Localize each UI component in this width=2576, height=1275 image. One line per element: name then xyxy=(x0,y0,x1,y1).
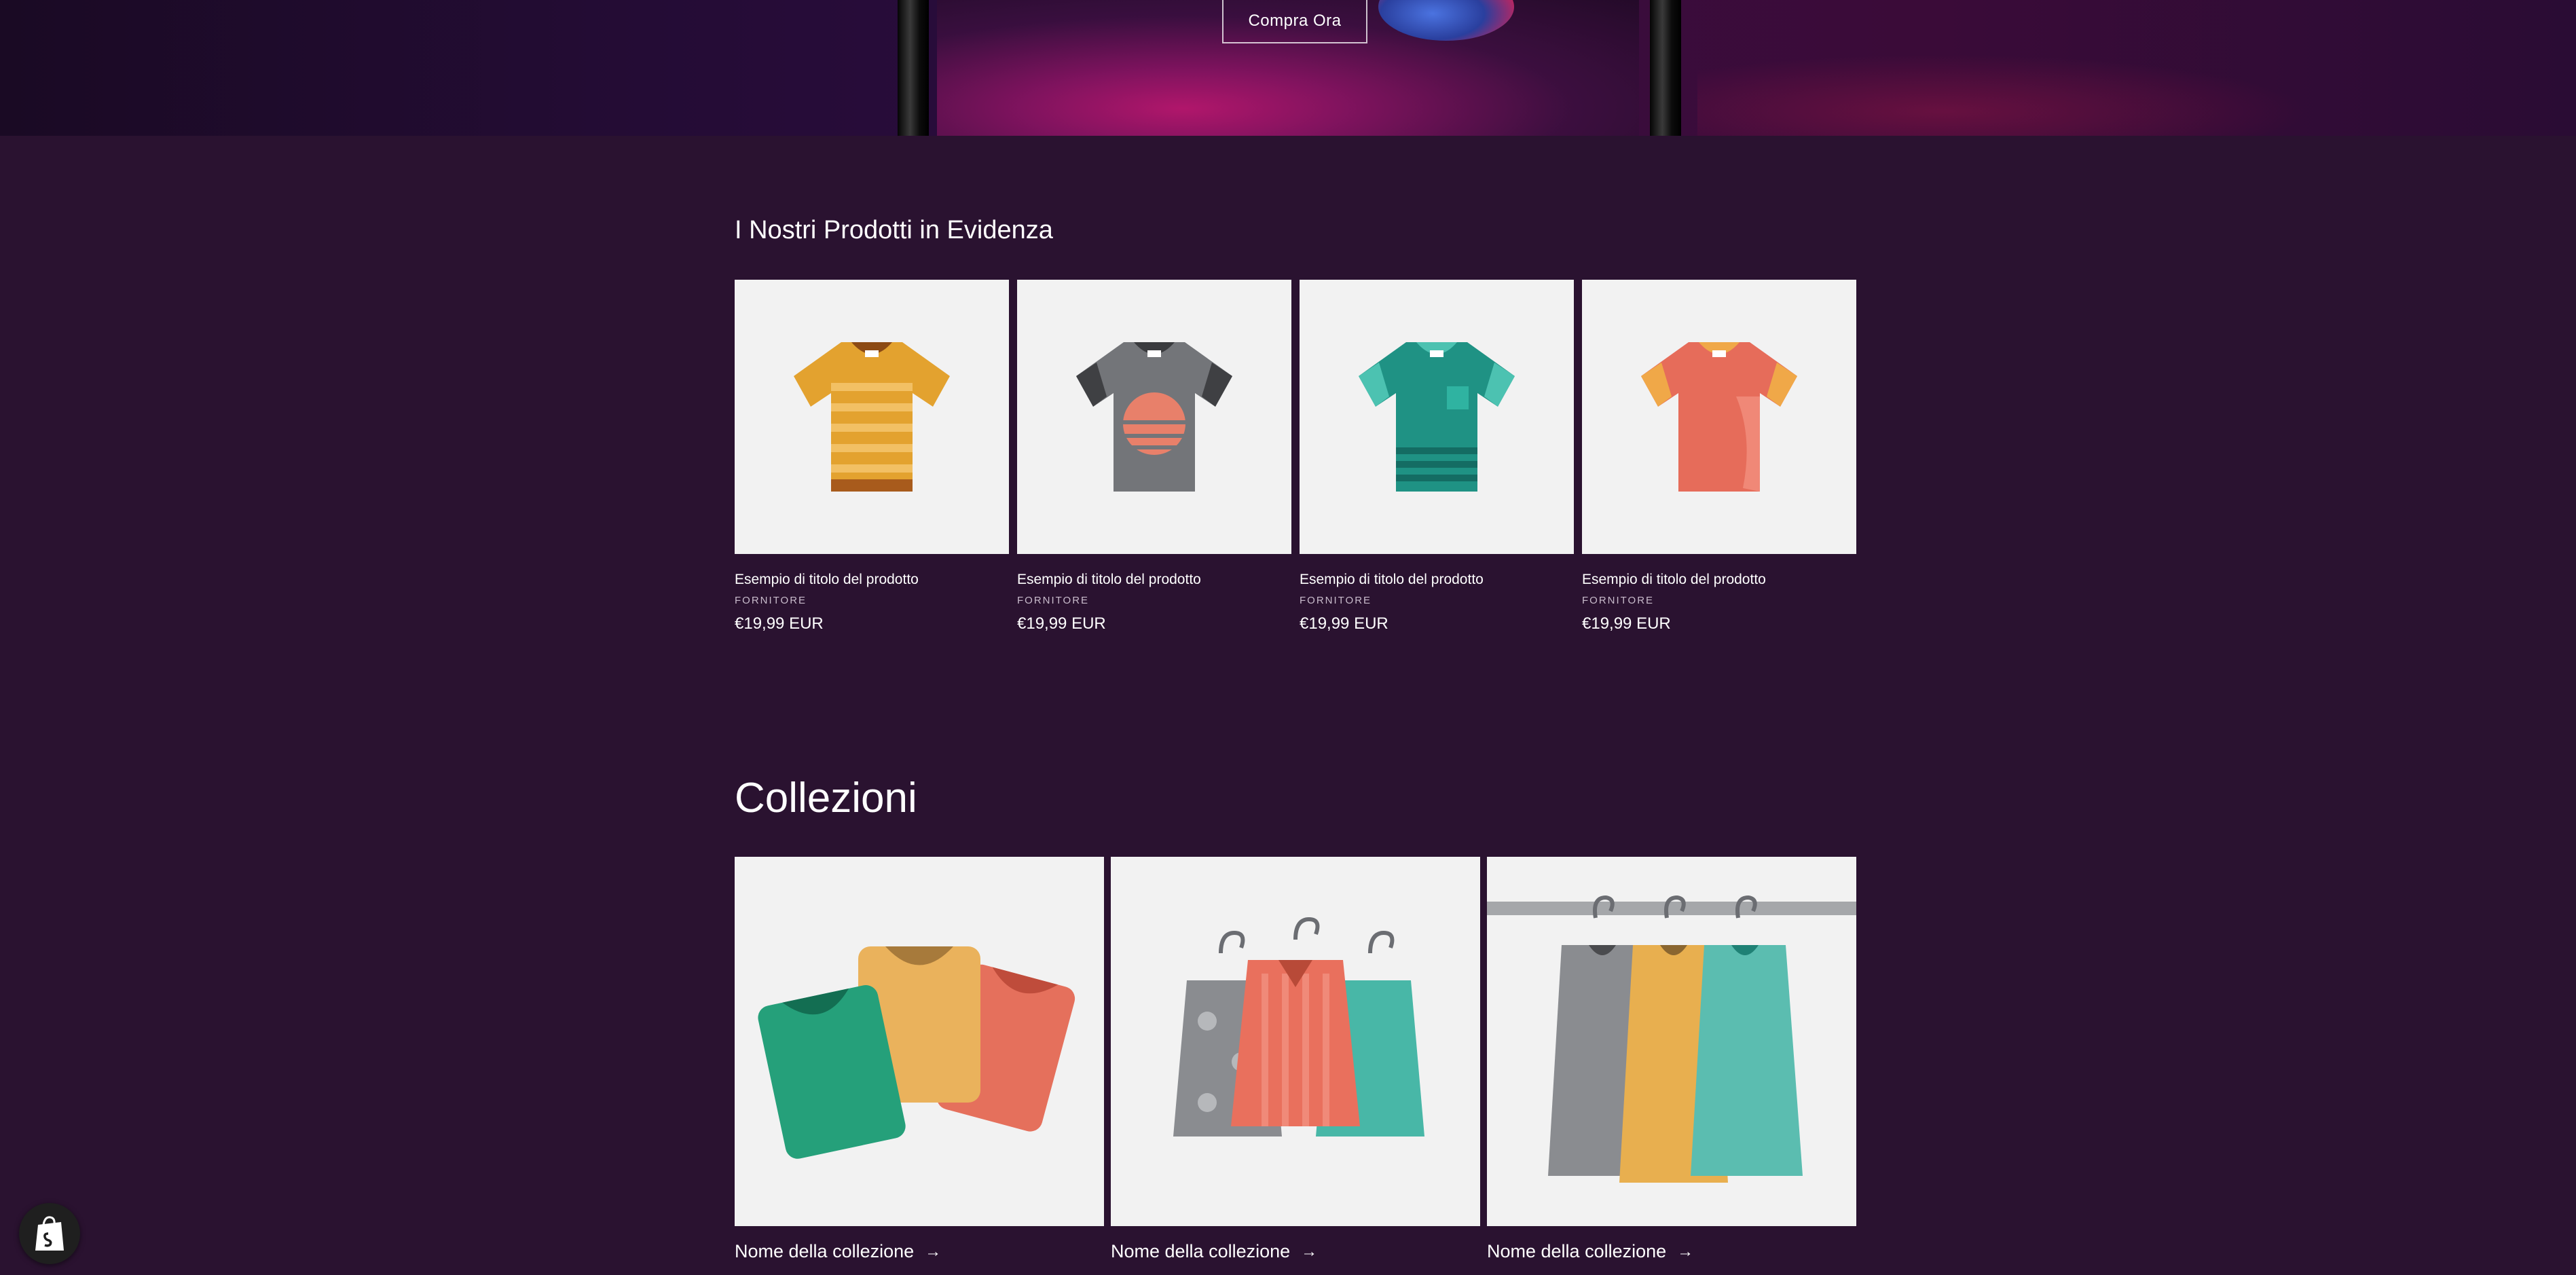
product-card[interactable]: Esempio di titolo del prodotto FORNITORE… xyxy=(1300,280,1574,633)
shopping-bag-icon xyxy=(35,1216,64,1251)
product-card[interactable]: Esempio di titolo del prodotto FORNITORE… xyxy=(1582,280,1856,633)
shopify-bag-icon[interactable] xyxy=(19,1203,80,1264)
collection-name[interactable]: Nome della collezione xyxy=(1487,1241,1666,1262)
collection-card[interactable]: Nome della collezione → xyxy=(1487,857,1856,1262)
product-vendor: FORNITORE xyxy=(1300,595,1372,606)
product-vendor: FORNITORE xyxy=(1017,595,1090,606)
collection-card[interactable]: Nome della collezione → xyxy=(1111,857,1480,1262)
product-title[interactable]: Esempio di titolo del prodotto xyxy=(735,572,1009,588)
hero-banner: Compra Ora xyxy=(0,0,2576,136)
product-title[interactable]: Esempio di titolo del prodotto xyxy=(1017,572,1291,588)
arrow-right-icon: → xyxy=(925,1242,942,1261)
phone-frame-right xyxy=(1650,0,1681,136)
product-vendor: FORNITORE xyxy=(1582,595,1655,606)
product-price: €19,99 EUR xyxy=(735,614,824,633)
product-title[interactable]: Esempio di titolo del prodotto xyxy=(1300,572,1574,588)
product-image[interactable] xyxy=(1582,280,1856,554)
collections-title: Collezioni xyxy=(735,775,917,821)
product-image[interactable] xyxy=(735,280,1009,554)
clothes-rack-icon xyxy=(1487,895,1856,1183)
product-image[interactable] xyxy=(1017,280,1291,554)
collection-name[interactable]: Nome della collezione xyxy=(735,1241,914,1262)
collection-image[interactable] xyxy=(1111,857,1480,1226)
collection-image[interactable] xyxy=(735,857,1104,1226)
pocket-tshirt-icon xyxy=(1359,342,1515,492)
arrow-right-icon: → xyxy=(1301,1242,1318,1261)
collection-card[interactable]: Nome della collezione → xyxy=(735,857,1104,1262)
product-vendor: FORNITORE xyxy=(735,595,807,606)
featured-products-title: I Nostri Prodotti in Evidenza xyxy=(735,216,1053,244)
hanging-shirts-icon xyxy=(1173,917,1424,1137)
product-price: €19,99 EUR xyxy=(1582,614,1671,633)
product-card[interactable]: Esempio di titolo del prodotto FORNITORE… xyxy=(735,280,1009,633)
shop-now-button[interactable]: Compra Ora xyxy=(1222,0,1367,43)
collection-link[interactable]: Nome della collezione → xyxy=(735,1241,1104,1262)
collection-link[interactable]: Nome della collezione → xyxy=(1487,1241,1856,1262)
arrow-right-icon: → xyxy=(1677,1242,1694,1261)
folded-shirts-icon xyxy=(758,946,1075,1159)
product-price: €19,99 EUR xyxy=(1300,614,1388,633)
sunset-tshirt-icon xyxy=(1076,342,1232,492)
product-image[interactable] xyxy=(1300,280,1574,554)
product-price: €19,99 EUR xyxy=(1017,614,1106,633)
plain-tshirt-icon xyxy=(1641,342,1797,492)
collection-image[interactable] xyxy=(1487,857,1856,1226)
collection-name[interactable]: Nome della collezione xyxy=(1111,1241,1290,1262)
product-title[interactable]: Esempio di titolo del prodotto xyxy=(1582,572,1856,588)
striped-tshirt-icon xyxy=(794,342,950,492)
collection-link[interactable]: Nome della collezione → xyxy=(1111,1241,1480,1262)
phone-frame-left xyxy=(898,0,929,136)
product-card[interactable]: Esempio di titolo del prodotto FORNITORE… xyxy=(1017,280,1291,633)
